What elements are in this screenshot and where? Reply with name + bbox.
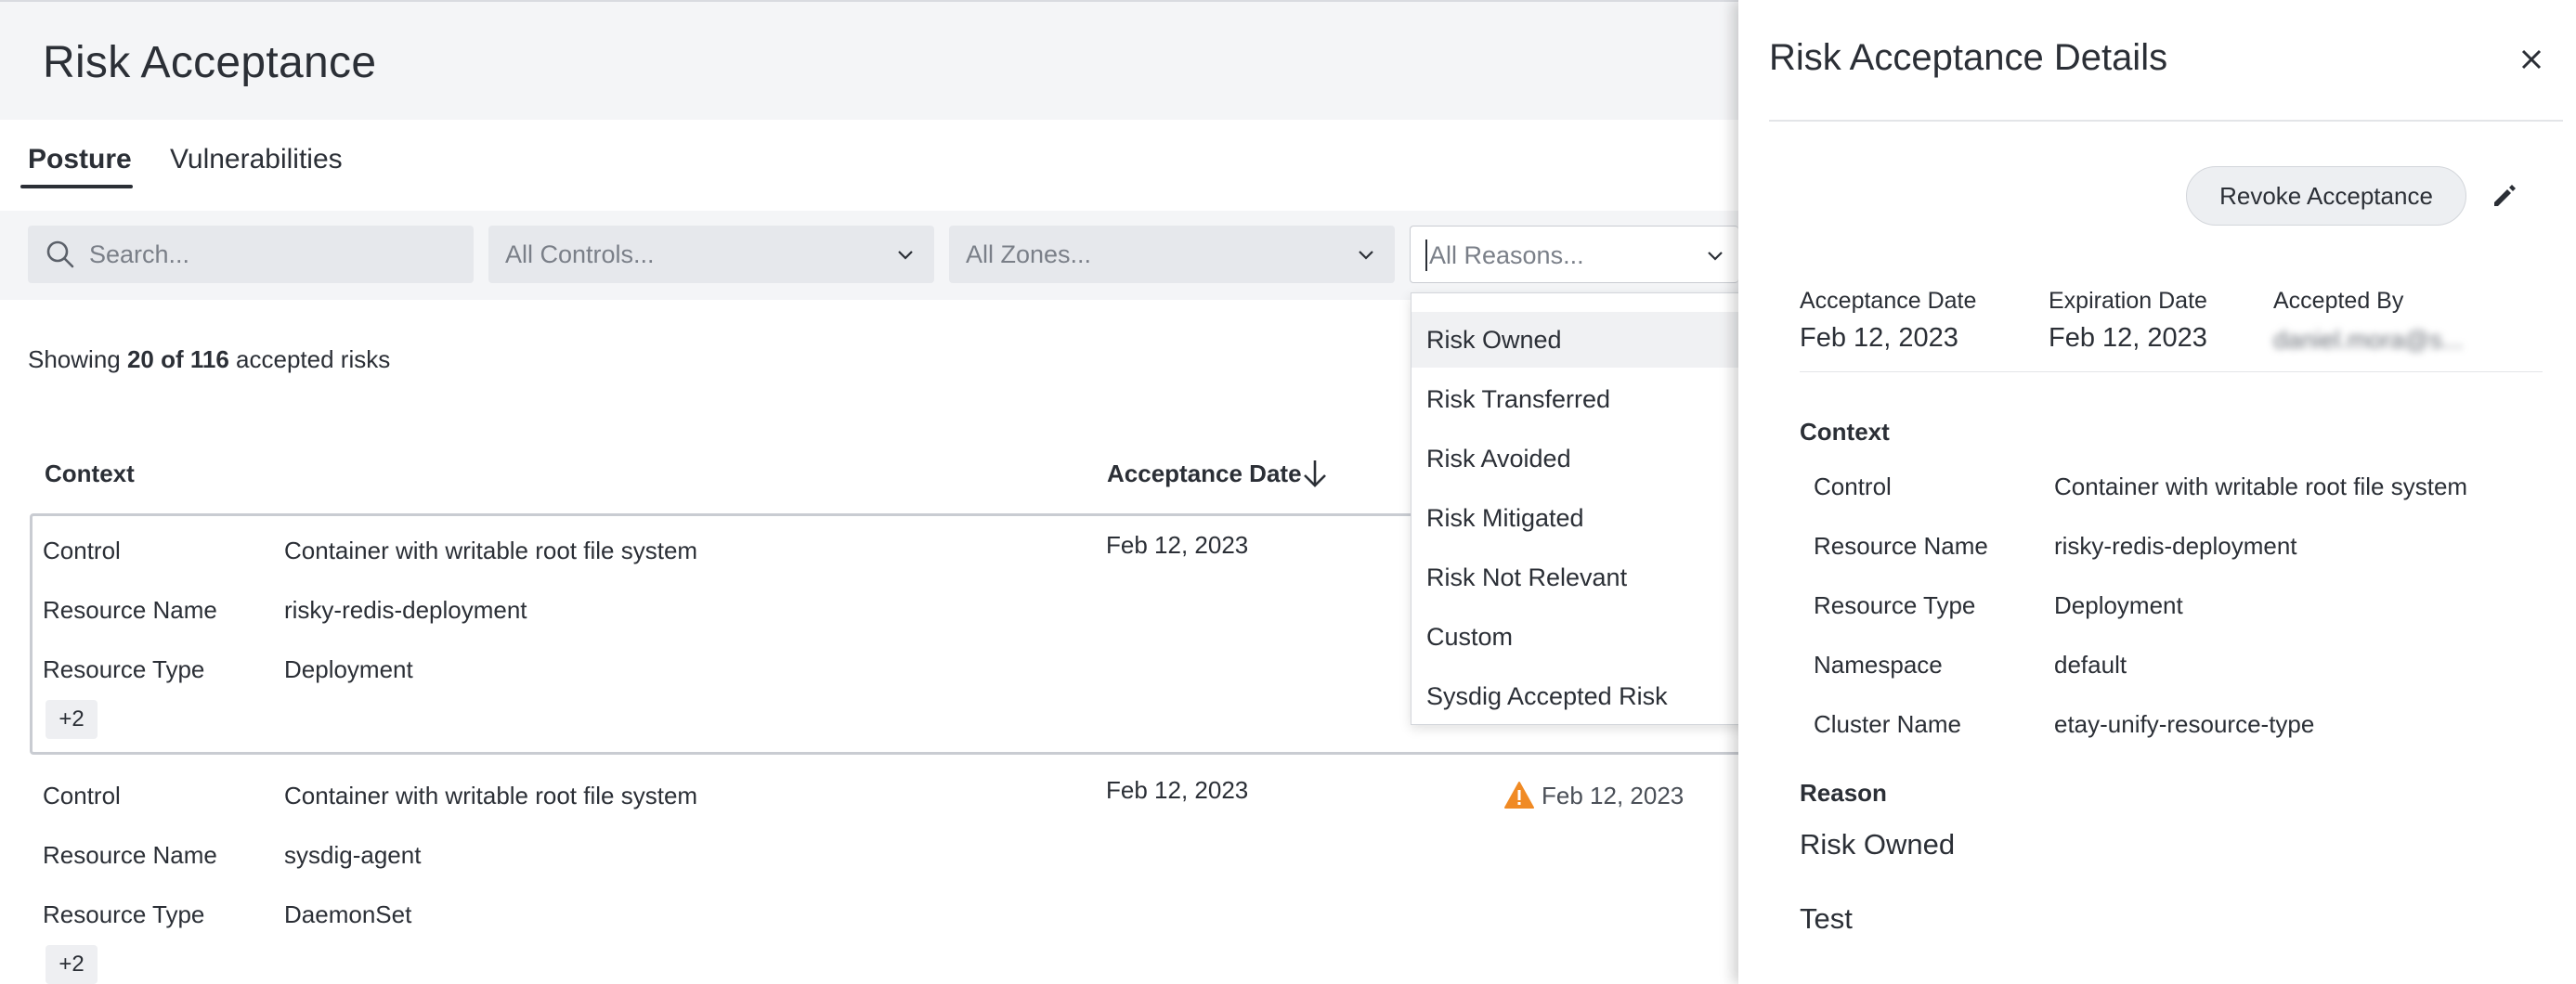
row-resource-name-label: Resource Name xyxy=(43,596,217,624)
context-key: Resource Type xyxy=(1814,591,1976,619)
search-icon xyxy=(46,240,74,268)
row-resource-name-label: Resource Name xyxy=(43,841,217,869)
acceptance-date-label: Acceptance Date xyxy=(1800,288,1977,314)
context-value: default xyxy=(2054,651,2127,679)
column-header-acceptance-date[interactable]: Acceptance Date xyxy=(1107,460,1302,488)
context-value: etay-unify-resource-type xyxy=(2054,710,2315,738)
reason-option-risk-owned[interactable]: Risk Owned xyxy=(1412,312,1764,368)
context-key: Cluster Name xyxy=(1814,710,1961,738)
results-summary: Showing 20 of 116 accepted risks xyxy=(28,345,391,373)
accepted-by-value: daniel.mora@s... xyxy=(2273,326,2464,354)
text-caret xyxy=(1425,240,1427,271)
reason-option-custom[interactable]: Custom xyxy=(1412,609,1764,665)
accepted-by-label: Accepted By xyxy=(2273,288,2404,314)
row-resource-type-value: DaemonSet xyxy=(284,900,412,928)
more-context-chip[interactable]: +2 xyxy=(46,700,98,739)
row-control-value: Container with writable root file system xyxy=(284,537,698,564)
warning-icon xyxy=(1504,782,1534,809)
sort-down-icon[interactable] xyxy=(1301,458,1329,489)
risk-acceptance-details-panel: Risk Acceptance Details Revoke Acceptanc… xyxy=(1738,0,2576,984)
edit-icon[interactable] xyxy=(2491,182,2518,210)
close-icon[interactable] xyxy=(2518,46,2544,72)
reason-option-risk-not-relevant[interactable]: Risk Not Relevant xyxy=(1412,550,1764,605)
context-value: Deployment xyxy=(2054,591,2183,619)
context-value: risky-redis-deployment xyxy=(2054,532,2297,560)
row-resource-name-value: sysdig-agent xyxy=(284,841,422,869)
expiration-date-value: Feb 12, 2023 xyxy=(2049,323,2207,353)
tab-posture[interactable]: Posture xyxy=(28,144,132,175)
reason-description: Test xyxy=(1800,902,1853,935)
panel-divider xyxy=(1769,120,2563,122)
context-value: Container with writable root file system xyxy=(2054,473,2468,500)
controls-placeholder: All Controls... xyxy=(505,240,655,268)
context-key: Namespace xyxy=(1814,651,1943,679)
search-input[interactable]: Search... xyxy=(28,226,474,283)
page-title: Risk Acceptance xyxy=(43,38,377,87)
context-key: Control xyxy=(1814,473,1892,500)
page-header: Risk Acceptance xyxy=(0,2,1738,120)
tab-vulnerabilities[interactable]: Vulnerabilities xyxy=(170,144,343,175)
context-key: Resource Name xyxy=(1814,532,1988,560)
row-acceptance-date: Feb 12, 2023 xyxy=(1106,776,1249,804)
row-resource-type-label: Resource Type xyxy=(43,655,205,683)
reasons-placeholder: All Reasons... xyxy=(1429,241,1584,269)
panel-title: Risk Acceptance Details xyxy=(1769,37,2168,78)
tab-bar: Posture Vulnerabilities xyxy=(0,120,1738,211)
reasons-select[interactable]: All Reasons... xyxy=(1410,226,1738,283)
reason-option-risk-transferred[interactable]: Risk Transferred xyxy=(1412,371,1764,427)
row-resource-type-label: Resource Type xyxy=(43,900,205,928)
row-control-value: Container with writable root file system xyxy=(284,782,698,809)
filter-bar: Search... All Controls... All Zones... A… xyxy=(0,211,1738,300)
search-placeholder: Search... xyxy=(89,240,190,268)
chevron-down-icon xyxy=(1359,251,1373,260)
more-context-chip[interactable]: +2 xyxy=(46,945,98,984)
row-acceptance-date: Feb 12, 2023 xyxy=(1106,531,1249,559)
chevron-down-icon xyxy=(898,251,913,260)
expiration-date-label: Expiration Date xyxy=(2049,288,2207,314)
reason-section-label: Reason xyxy=(1800,779,1887,807)
acceptance-date-value: Feb 12, 2023 xyxy=(1800,323,1958,353)
row-expiration-date: Feb 12, 2023 xyxy=(1542,782,1685,809)
row-control-label: Control xyxy=(43,537,121,564)
column-header-context[interactable]: Context xyxy=(45,460,135,488)
reason-value: Risk Owned xyxy=(1800,828,1956,861)
chevron-down-icon xyxy=(1708,252,1723,261)
reason-option-risk-avoided[interactable]: Risk Avoided xyxy=(1412,431,1764,486)
row-control-label: Control xyxy=(43,782,121,809)
zones-select[interactable]: All Zones... xyxy=(949,226,1395,283)
panel-divider xyxy=(1800,371,2543,372)
context-section-label: Context xyxy=(1800,418,1890,446)
controls-select[interactable]: All Controls... xyxy=(488,226,934,283)
results-count: 20 of 116 xyxy=(126,345,229,373)
zones-placeholder: All Zones... xyxy=(966,240,1092,268)
row-resource-type-value: Deployment xyxy=(284,655,413,683)
reason-option-risk-mitigated[interactable]: Risk Mitigated xyxy=(1412,490,1764,546)
reasons-dropdown-menu: Risk Owned Risk Transferred Risk Avoided… xyxy=(1411,292,1764,725)
active-tab-indicator xyxy=(20,185,133,188)
reason-option-sysdig-accepted-risk[interactable]: Sysdig Accepted Risk xyxy=(1412,668,1764,724)
row-resource-name-value: risky-redis-deployment xyxy=(284,596,527,624)
revoke-acceptance-button[interactable]: Revoke Acceptance xyxy=(2186,166,2466,226)
